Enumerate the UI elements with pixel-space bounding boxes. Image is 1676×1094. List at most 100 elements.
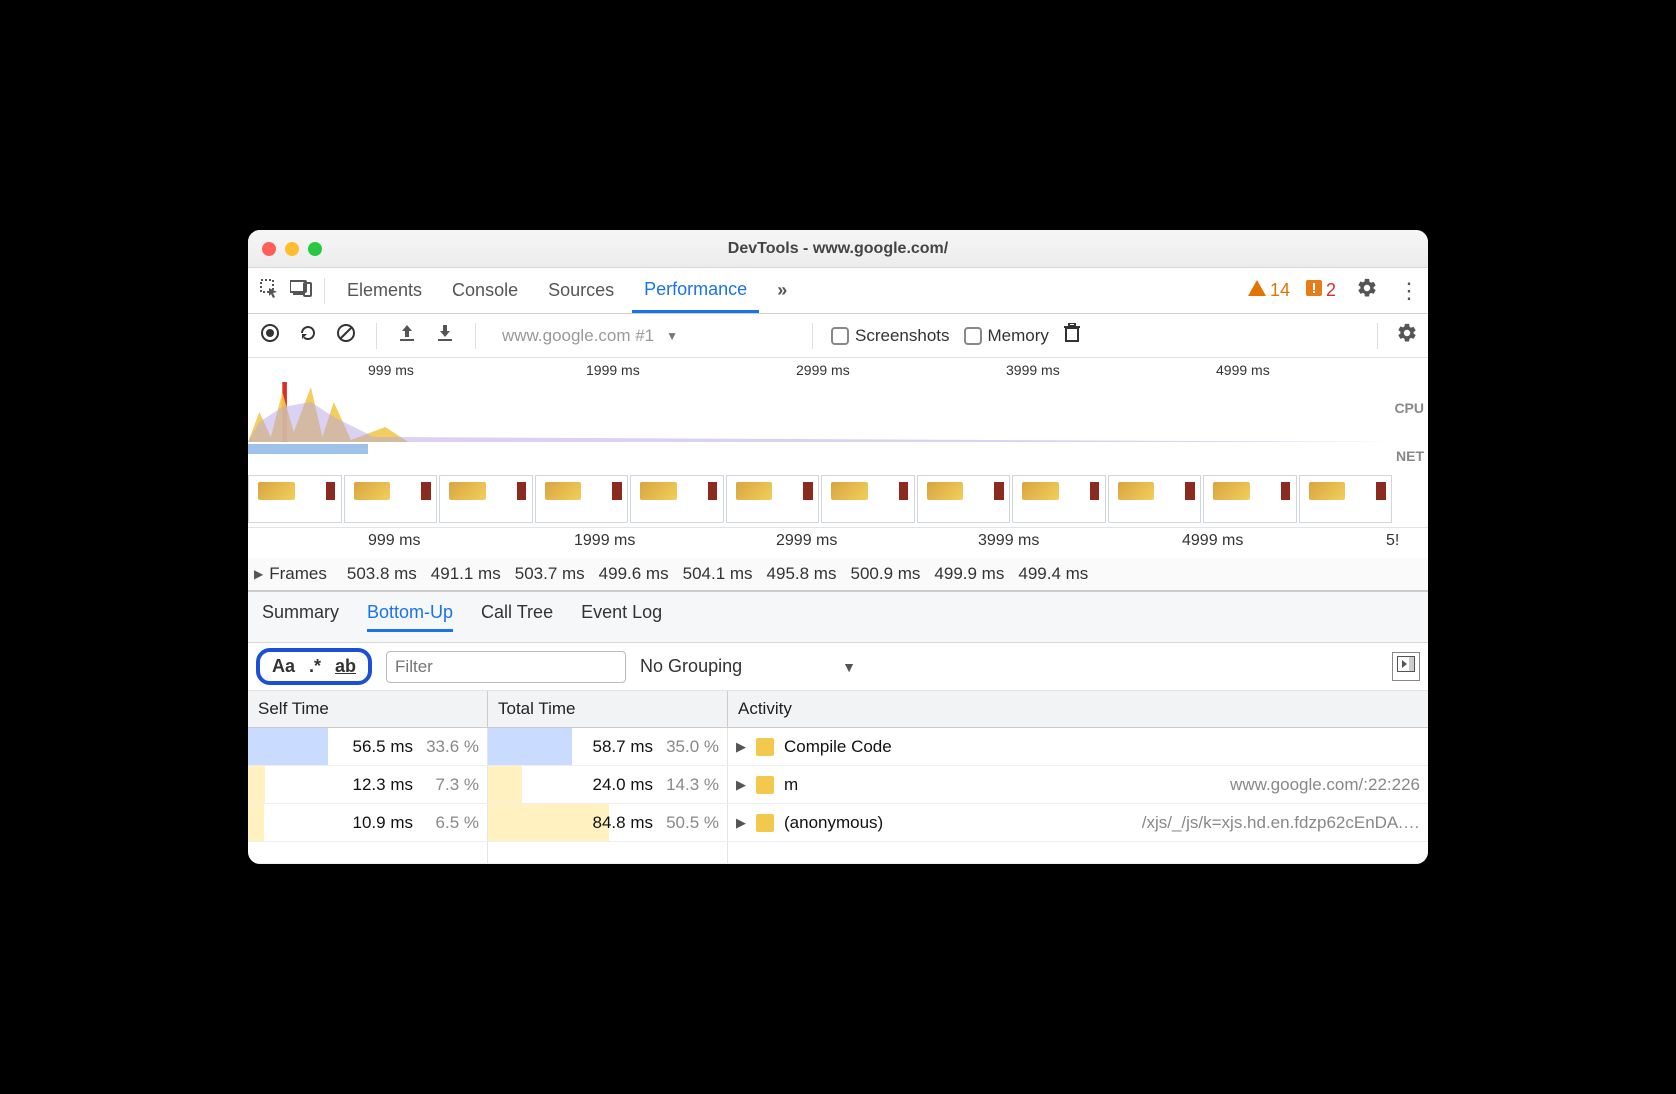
separator <box>812 323 813 349</box>
tab-performance[interactable]: Performance <box>632 269 759 313</box>
download-profile-icon[interactable] <box>433 323 457 349</box>
filmstrip-frame[interactable] <box>917 475 1011 523</box>
screenshots-label: Screenshots <box>855 326 950 346</box>
clear-button[interactable] <box>334 323 358 349</box>
capture-settings-icon[interactable] <box>1396 322 1418 350</box>
ruler-tick: 2999 ms <box>796 362 850 378</box>
filter-toolbar: Aa .* ab No Grouping ▼ <box>248 643 1428 691</box>
checkbox-icon <box>831 327 849 345</box>
tab-sources[interactable]: Sources <box>536 270 626 311</box>
expand-icon[interactable]: ▶ <box>736 777 746 793</box>
filmstrip-frame[interactable] <box>821 475 915 523</box>
separator <box>1377 323 1378 349</box>
toggle-sidebar-icon[interactable] <box>1392 652 1420 681</box>
activity-source[interactable]: /xjs/_/js/k=xjs.hd.en.fdzp62cEnDA.… <box>1142 813 1428 833</box>
col-activity[interactable]: Activity <box>728 691 1428 727</box>
whole-word-button[interactable]: ab <box>335 656 356 677</box>
main-tab-strip: Elements Console Sources Performance » 1… <box>248 268 1428 314</box>
table-row[interactable]: 56.5 ms33.6 %58.7 ms35.0 %▶Compile Code <box>248 728 1428 766</box>
titlebar: DevTools - www.google.com/ <box>248 230 1428 268</box>
frame-time: 503.8 ms <box>347 564 417 584</box>
self-ms: 10.9 ms <box>353 813 413 833</box>
filmstrip-frame[interactable] <box>630 475 724 523</box>
table-row[interactable]: 10.9 ms6.5 %84.8 ms50.5 %▶(anonymous)/xj… <box>248 804 1428 842</box>
table-body: 56.5 ms33.6 %58.7 ms35.0 %▶Compile Code1… <box>248 728 1428 842</box>
warnings-badge[interactable]: 14 <box>1248 280 1290 301</box>
device-toolbar-icon[interactable] <box>288 279 314 302</box>
subtab-call-tree[interactable]: Call Tree <box>481 602 553 632</box>
warning-icon <box>1248 280 1266 301</box>
screenshots-toggle[interactable]: Screenshots <box>831 326 950 346</box>
frames-track[interactable]: ▶ Frames 503.8 ms 491.1 ms 503.7 ms 499.… <box>248 558 1428 592</box>
total-pc: 14.3 % <box>659 775 719 795</box>
cell-self-time: 12.3 ms7.3 % <box>248 766 488 803</box>
total-ms: 24.0 ms <box>593 775 653 795</box>
record-button[interactable] <box>258 323 282 349</box>
match-case-button[interactable]: Aa <box>272 656 295 677</box>
filmstrip-frame[interactable] <box>535 475 629 523</box>
recording-selector[interactable]: www.google.com #1 ▼ <box>494 326 794 346</box>
filmstrip-frame[interactable] <box>1012 475 1106 523</box>
filmstrip-frame[interactable] <box>1299 475 1393 523</box>
self-pc: 6.5 % <box>419 813 479 833</box>
col-total-time[interactable]: Total Time <box>488 691 728 727</box>
frame-time: 499.9 ms <box>934 564 1004 584</box>
cell-self-time: 10.9 ms 6.5 % <box>248 804 488 841</box>
subtab-event-log[interactable]: Event Log <box>581 602 662 632</box>
net-lane-label: NET <box>1396 448 1424 468</box>
self-ms: 56.5 ms <box>353 737 413 757</box>
inspect-element-icon[interactable] <box>256 278 282 303</box>
subtab-bottom-up[interactable]: Bottom-Up <box>367 602 453 632</box>
ruler-tick: 2999 ms <box>776 532 837 550</box>
performance-toolbar: www.google.com #1 ▼ Screenshots Memory <box>248 314 1428 358</box>
window-title: DevTools - www.google.com/ <box>248 240 1428 258</box>
cpu-chart <box>248 382 1392 442</box>
col-self-time[interactable]: Self Time <box>248 691 488 727</box>
filmstrip-frame[interactable] <box>1108 475 1202 523</box>
settings-icon[interactable] <box>1356 277 1378 305</box>
cell-activity: ▶ Compile Code <box>728 728 1428 765</box>
checkbox-icon <box>964 327 982 345</box>
frame-time: 504.1 ms <box>683 564 753 584</box>
activity-name: Compile Code <box>784 737 892 757</box>
grouping-selector[interactable]: No Grouping ▼ <box>640 656 856 677</box>
flamechart-ruler: 999 ms 1999 ms 2999 ms 3999 ms 4999 ms 5… <box>248 528 1428 558</box>
timeline-overview[interactable]: 999 ms 1999 ms 2999 ms 3999 ms 4999 ms C… <box>248 358 1428 528</box>
filter-input[interactable] <box>386 651 626 683</box>
filmstrip-frame[interactable] <box>248 475 342 523</box>
filmstrip-frame[interactable] <box>726 475 820 523</box>
ruler-tick: 3999 ms <box>978 532 1039 550</box>
tab-elements[interactable]: Elements <box>335 270 434 311</box>
more-icon[interactable]: ⋮ <box>1398 278 1420 304</box>
table-row[interactable] <box>248 842 1428 864</box>
tabs-overflow-button[interactable]: » <box>765 270 799 311</box>
activity-source[interactable]: www.google.com/:22:226 <box>1230 775 1428 795</box>
memory-label: Memory <box>988 326 1049 346</box>
regex-button[interactable]: .* <box>309 656 321 677</box>
ruler-tick: 5! <box>1386 532 1399 550</box>
memory-toggle[interactable]: Memory <box>964 326 1049 346</box>
tab-console[interactable]: Console <box>440 270 530 311</box>
frame-time: 499.6 ms <box>599 564 669 584</box>
subtab-summary[interactable]: Summary <box>262 602 339 632</box>
expand-icon[interactable]: ▶ <box>254 567 263 581</box>
expand-icon[interactable]: ▶ <box>736 739 746 755</box>
reload-button[interactable] <box>296 323 320 349</box>
filmstrip-frame[interactable] <box>344 475 438 523</box>
cell-activity: ▶mwww.google.com/:22:226 <box>728 766 1428 803</box>
cell-total-time: 24.0 ms 14.3 % <box>488 766 728 803</box>
errors-badge[interactable]: 2 <box>1306 280 1336 301</box>
ruler-tick: 999 ms <box>368 362 414 378</box>
self-pc: 7.3 % <box>419 775 479 795</box>
upload-profile-icon[interactable] <box>395 323 419 349</box>
filmstrip-frame[interactable] <box>439 475 533 523</box>
expand-icon[interactable]: ▶ <box>736 815 746 831</box>
separator <box>324 278 325 304</box>
cpu-lane-label: CPU <box>1394 400 1424 420</box>
total-pc: 35.0 % <box>659 737 719 757</box>
cell-activity: ▶(anonymous)/xjs/_/js/k=xjs.hd.en.fdzp62… <box>728 804 1428 841</box>
delete-profile-icon[interactable] <box>1063 323 1081 349</box>
table-row[interactable]: 12.3 ms7.3 % 24.0 ms 14.3 % ▶mwww.google.co… <box>248 766 1428 804</box>
frames-track-label: Frames <box>269 564 327 584</box>
filmstrip-frame[interactable] <box>1203 475 1297 523</box>
